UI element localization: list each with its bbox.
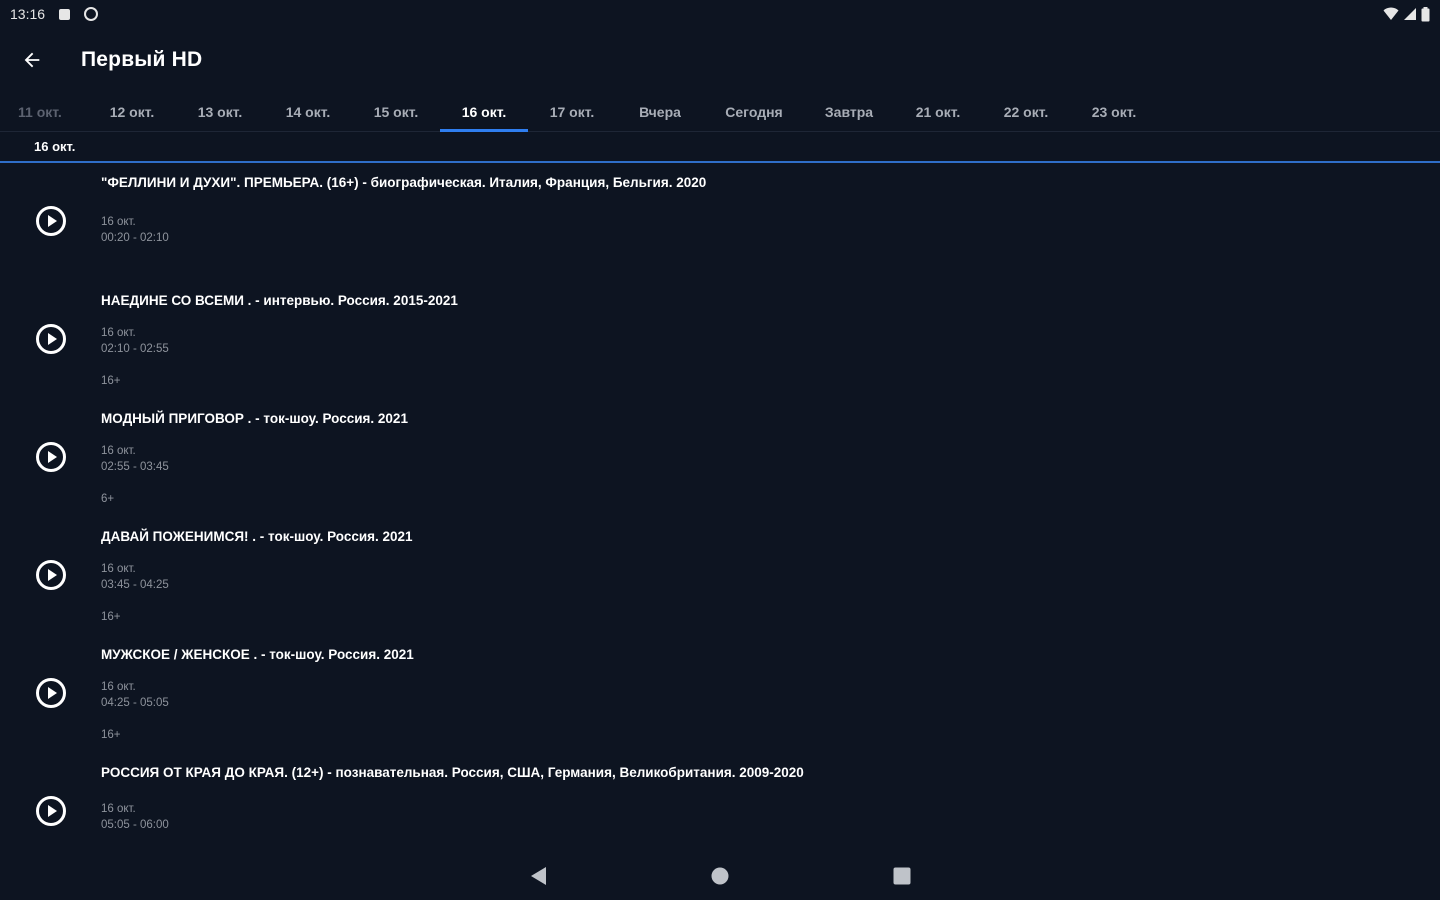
program-date: 16 окт. xyxy=(101,803,136,815)
play-circle-icon[interactable] xyxy=(35,323,67,355)
program-age-rating: 16+ xyxy=(101,729,121,741)
program-age-rating: 16+ xyxy=(101,375,121,387)
program-date: 16 окт. xyxy=(101,681,136,693)
nav-back-button[interactable] xyxy=(526,864,550,888)
program-date: 16 окт. xyxy=(101,216,136,228)
program-age-rating: 16+ xyxy=(101,611,121,623)
list-item[interactable]: РОССИЯ ОТ КРАЯ ДО КРАЯ. (12+) - познават… xyxy=(0,755,1440,855)
tab-22-oct[interactable]: 22 окт. xyxy=(982,92,1070,131)
tab-16-oct[interactable]: 16 окт. xyxy=(440,92,528,132)
tab-today[interactable]: Сегодня xyxy=(704,92,804,131)
date-tabs: 11 окт. 12 окт. 13 окт. 14 окт. 15 окт. … xyxy=(0,92,1440,132)
program-title: НАЕДИНЕ СО ВСЕМИ . - интервью. Россия. 2… xyxy=(101,293,458,308)
list-item[interactable]: МУЖСКОЕ / ЖЕНСКОЕ . - ток-шоу. Россия. 2… xyxy=(0,637,1440,755)
program-date: 16 окт. xyxy=(101,327,136,339)
nav-recents-icon xyxy=(893,867,911,885)
nav-home-icon xyxy=(711,867,729,885)
tab-yesterday[interactable]: Вчера xyxy=(616,92,704,131)
program-time: 02:10 - 02:55 xyxy=(101,343,169,355)
list-item[interactable]: ДАВАЙ ПОЖЕНИМСЯ! . - ток-шоу. Россия. 20… xyxy=(0,519,1440,637)
program-list: "ФЕЛЛИНИ И ДУХИ". ПРЕМЬЕРА. (16+) - биог… xyxy=(0,165,1440,855)
list-item[interactable]: МОДНЫЙ ПРИГОВОР . - ток-шоу. Россия. 202… xyxy=(0,401,1440,519)
nav-home-button[interactable] xyxy=(708,864,732,888)
app-bar: Первый HD xyxy=(0,28,1440,92)
tab-23-oct[interactable]: 23 окт. xyxy=(1070,92,1158,131)
battery-icon xyxy=(1421,6,1430,21)
tab-17-oct[interactable]: 17 окт. xyxy=(528,92,616,131)
program-title: МУЖСКОЕ / ЖЕНСКОЕ . - ток-шоу. Россия. 2… xyxy=(101,647,414,662)
back-button[interactable] xyxy=(0,28,64,92)
tab-12-oct[interactable]: 12 окт. xyxy=(88,92,176,131)
program-time: 00:20 - 02:10 xyxy=(101,232,169,244)
arrow-back-icon xyxy=(24,52,40,68)
program-time: 04:25 - 05:05 xyxy=(101,697,169,709)
program-time: 03:45 - 04:25 xyxy=(101,579,169,591)
system-nav-bar xyxy=(0,852,1440,900)
tab-13-oct[interactable]: 13 окт. xyxy=(176,92,264,131)
status-time: 13:16 xyxy=(10,6,46,22)
status-bar: 13:16 xyxy=(0,0,1440,28)
list-item[interactable]: "ФЕЛЛИНИ И ДУХИ". ПРЕМЬЕРА. (16+) - биог… xyxy=(0,165,1440,283)
date-section-header: 16 окт. xyxy=(0,132,1440,163)
program-age-rating: 6+ xyxy=(101,493,115,505)
program-title: "ФЕЛЛИНИ И ДУХИ". ПРЕМЬЕРА. (16+) - биог… xyxy=(101,175,707,190)
list-item[interactable]: НАЕДИНЕ СО ВСЕМИ . - интервью. Россия. 2… xyxy=(0,283,1440,401)
program-date: 16 окт. xyxy=(101,563,136,575)
signal-icon xyxy=(1404,8,1416,20)
program-title: ДАВАЙ ПОЖЕНИМСЯ! . - ток-шоу. Россия. 20… xyxy=(101,529,413,544)
play-circle-icon[interactable] xyxy=(35,441,67,473)
tab-tomorrow[interactable]: Завтра xyxy=(804,92,894,131)
play-circle-icon[interactable] xyxy=(35,677,67,709)
play-circle-icon[interactable] xyxy=(35,559,67,591)
status-bar-left: 13:16 xyxy=(10,6,99,22)
sync-circle-icon xyxy=(84,7,99,21)
play-circle-icon[interactable] xyxy=(35,205,67,237)
tab-14-oct[interactable]: 14 окт. xyxy=(264,92,352,131)
notification-square-icon xyxy=(59,8,71,20)
page-title: Первый HD xyxy=(81,48,203,71)
nav-back-icon xyxy=(531,867,546,885)
play-circle-icon[interactable] xyxy=(35,795,67,827)
program-date: 16 окт. xyxy=(101,445,136,457)
program-time: 05:05 - 06:00 xyxy=(101,819,169,831)
nav-recents-button[interactable] xyxy=(890,864,914,888)
program-title: РОССИЯ ОТ КРАЯ ДО КРАЯ. (12+) - познават… xyxy=(101,765,804,780)
wifi-icon xyxy=(1383,7,1399,20)
tab-11-oct[interactable]: 11 окт. xyxy=(0,92,88,131)
tab-15-oct[interactable]: 15 окт. xyxy=(352,92,440,131)
tab-21-oct[interactable]: 21 окт. xyxy=(894,92,982,131)
status-bar-right xyxy=(1383,6,1430,22)
program-time: 02:55 - 03:45 xyxy=(101,461,169,473)
program-title: МОДНЫЙ ПРИГОВОР . - ток-шоу. Россия. 202… xyxy=(101,411,408,426)
